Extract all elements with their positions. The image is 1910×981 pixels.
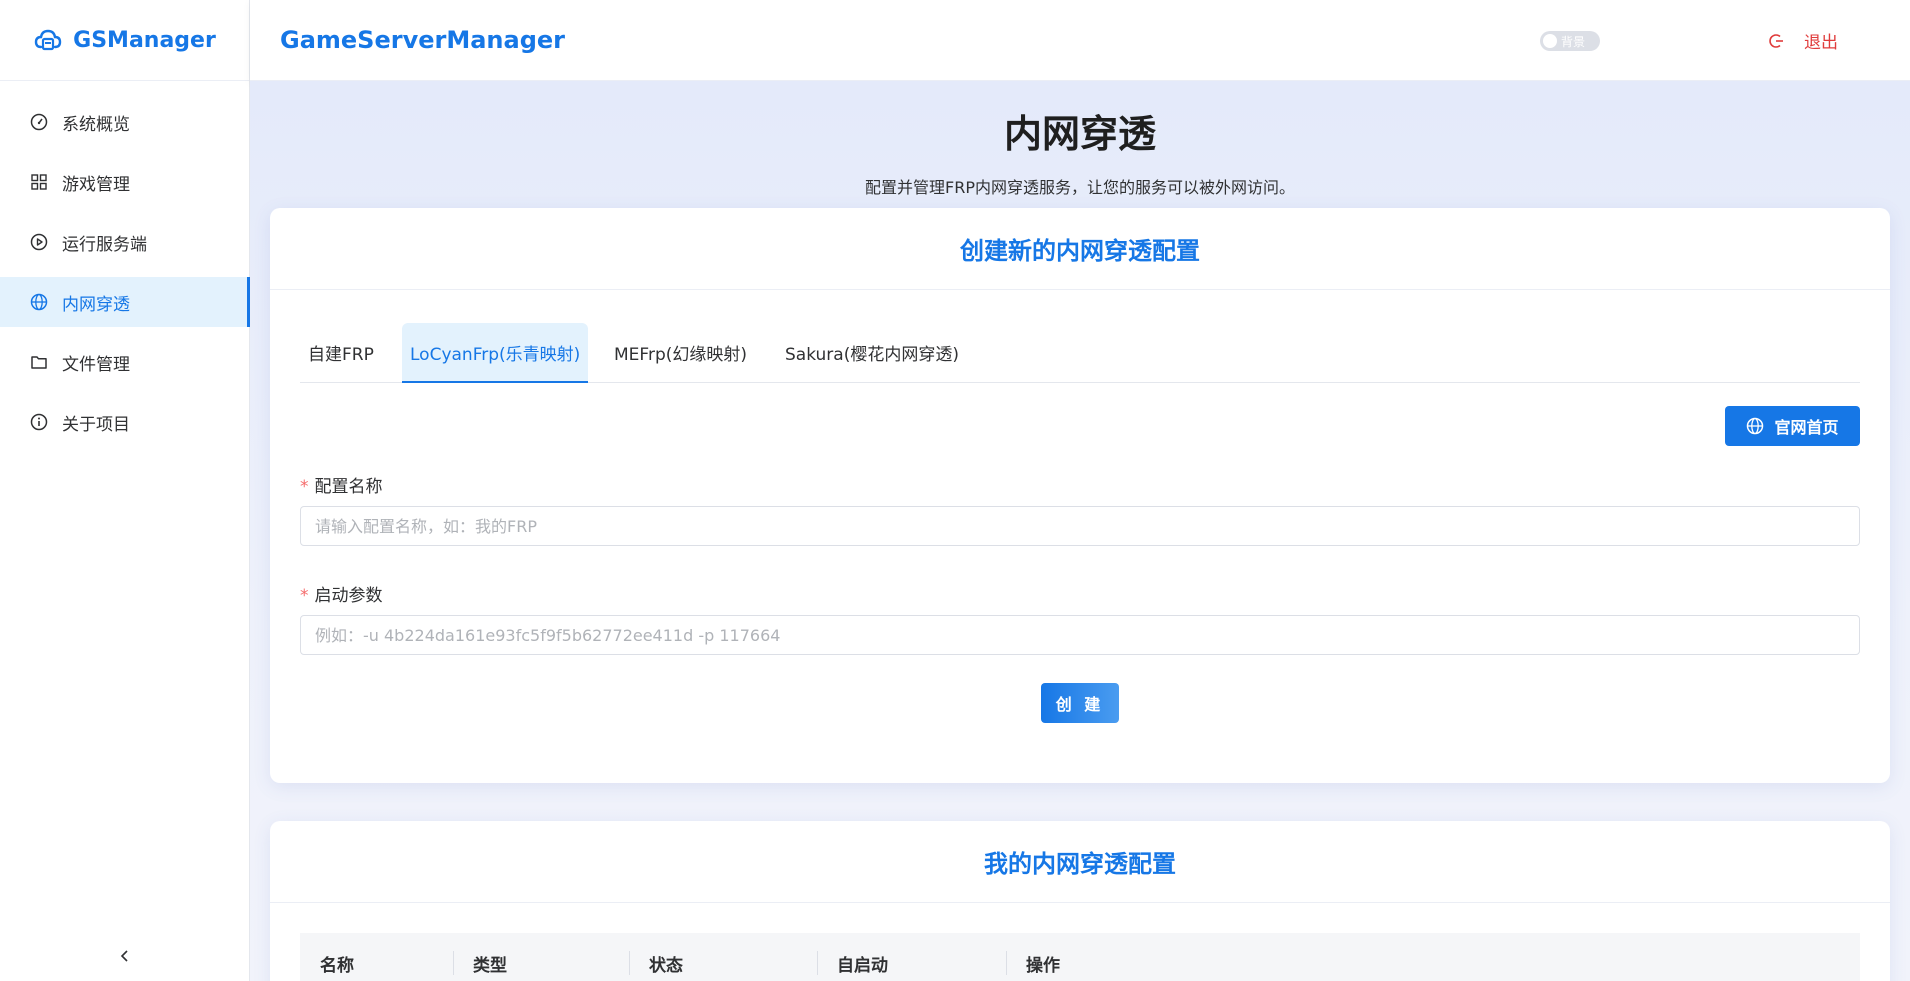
sidebar-item-frp[interactable]: 内网穿透 <box>0 277 250 327</box>
config-name-input[interactable] <box>300 506 1860 546</box>
required-mark: * <box>300 586 309 606</box>
sidebar-item-label: 关于项目 <box>62 414 130 435</box>
sidebar-item-label: 文件管理 <box>62 354 130 375</box>
config-name-label: * 配置名称 <box>300 472 383 497</box>
create-button[interactable]: 创 建 <box>1041 683 1119 723</box>
sidebar-item-label: 游戏管理 <box>62 174 130 195</box>
sidebar-item-games[interactable]: 游戏管理 <box>0 157 249 207</box>
sidebar-item-run-server[interactable]: 运行服务端 <box>0 217 249 267</box>
config-name-label-text: 配置名称 <box>314 477 383 497</box>
official-site-button[interactable]: 官网首页 <box>1725 406 1860 446</box>
official-site-label: 官网首页 <box>1774 418 1839 437</box>
toggle-knob <box>1543 34 1557 48</box>
column-header-status[interactable]: 状态 <box>629 933 817 981</box>
info-icon <box>30 413 48 431</box>
logout-label: 退出 <box>1804 33 1838 53</box>
column-header-actions[interactable]: 操作 <box>1006 933 1860 981</box>
start-params-input[interactable] <box>300 615 1860 655</box>
sidebar-item-label: 系统概览 <box>62 114 130 135</box>
tab-mefrp[interactable]: MEFrp(幻缘映射) <box>606 323 755 381</box>
background-toggle[interactable]: 背景 <box>1540 31 1600 51</box>
column-header-type[interactable]: 类型 <box>453 933 629 981</box>
page-title: 内网穿透 <box>1003 112 1156 156</box>
sidebar-item-files[interactable]: 文件管理 <box>0 337 249 387</box>
sidebar-collapse-button[interactable] <box>110 941 140 971</box>
sidebar-item-overview[interactable]: 系统概览 <box>0 97 249 147</box>
cloud-server-icon <box>34 29 62 51</box>
top-header: GameServerManager 背景 退出 <box>250 0 1910 81</box>
folder-icon <box>30 353 48 371</box>
required-mark: * <box>300 477 309 497</box>
tab-sakura[interactable]: Sakura(樱花内网穿透) <box>777 323 967 381</box>
app-logo-text: GSManager <box>73 27 216 53</box>
create-config-card: 创建新的内网穿透配置 自建FRP LoCyanFrp(乐青映射) MEFrp(幻… <box>270 208 1890 783</box>
logout-button[interactable]: 退出 <box>1768 28 1838 53</box>
sidebar-item-about[interactable]: 关于项目 <box>0 397 249 447</box>
globe-icon <box>1747 417 1764 435</box>
grid-icon <box>30 173 48 191</box>
config-table-header: 名称 类型 状态 自启动 操作 <box>300 933 1860 981</box>
sidebar-item-label: 内网穿透 <box>62 294 130 315</box>
header-title: GameServerManager <box>280 26 565 54</box>
tab-locyanfrp[interactable]: LoCyanFrp(乐青映射) <box>402 323 589 383</box>
frp-provider-tabs: 自建FRP LoCyanFrp(乐青映射) MEFrp(幻缘映射) Sakura… <box>300 323 1860 383</box>
tab-self-frp[interactable]: 自建FRP <box>300 323 382 381</box>
column-header-name[interactable]: 名称 <box>300 933 453 981</box>
sidebar: GSManager 系统概览 游戏管理 运行服务端 内网穿透 文件管理 关于项目 <box>0 0 250 981</box>
app-logo[interactable]: GSManager <box>0 0 249 81</box>
start-params-label: * 启动参数 <box>300 581 383 606</box>
play-circle-icon <box>30 233 48 251</box>
create-card-title: 创建新的内网穿透配置 <box>270 208 1890 290</box>
page-subtitle: 配置并管理FRP内网穿透服务，让您的服务可以被外网访问。 <box>865 178 1295 197</box>
dashboard-icon <box>30 113 48 131</box>
sidebar-item-label: 运行服务端 <box>62 234 147 255</box>
column-header-autostart[interactable]: 自启动 <box>817 933 1006 981</box>
config-list-card: 我的内网穿透配置 名称 类型 状态 自启动 操作 <box>270 821 1890 981</box>
background-toggle-label: 背景 <box>1561 34 1586 49</box>
globe-icon <box>30 293 48 311</box>
sidebar-menu: 系统概览 游戏管理 运行服务端 内网穿透 文件管理 关于项目 <box>0 97 250 447</box>
start-params-label-text: 启动参数 <box>314 586 383 606</box>
logout-icon <box>1769 33 1783 48</box>
main-content: 内网穿透 配置并管理FRP内网穿透服务，让您的服务可以被外网访问。 创建新的内网… <box>250 81 1910 981</box>
list-card-title: 我的内网穿透配置 <box>270 821 1890 903</box>
chevron-left-icon <box>120 950 128 962</box>
